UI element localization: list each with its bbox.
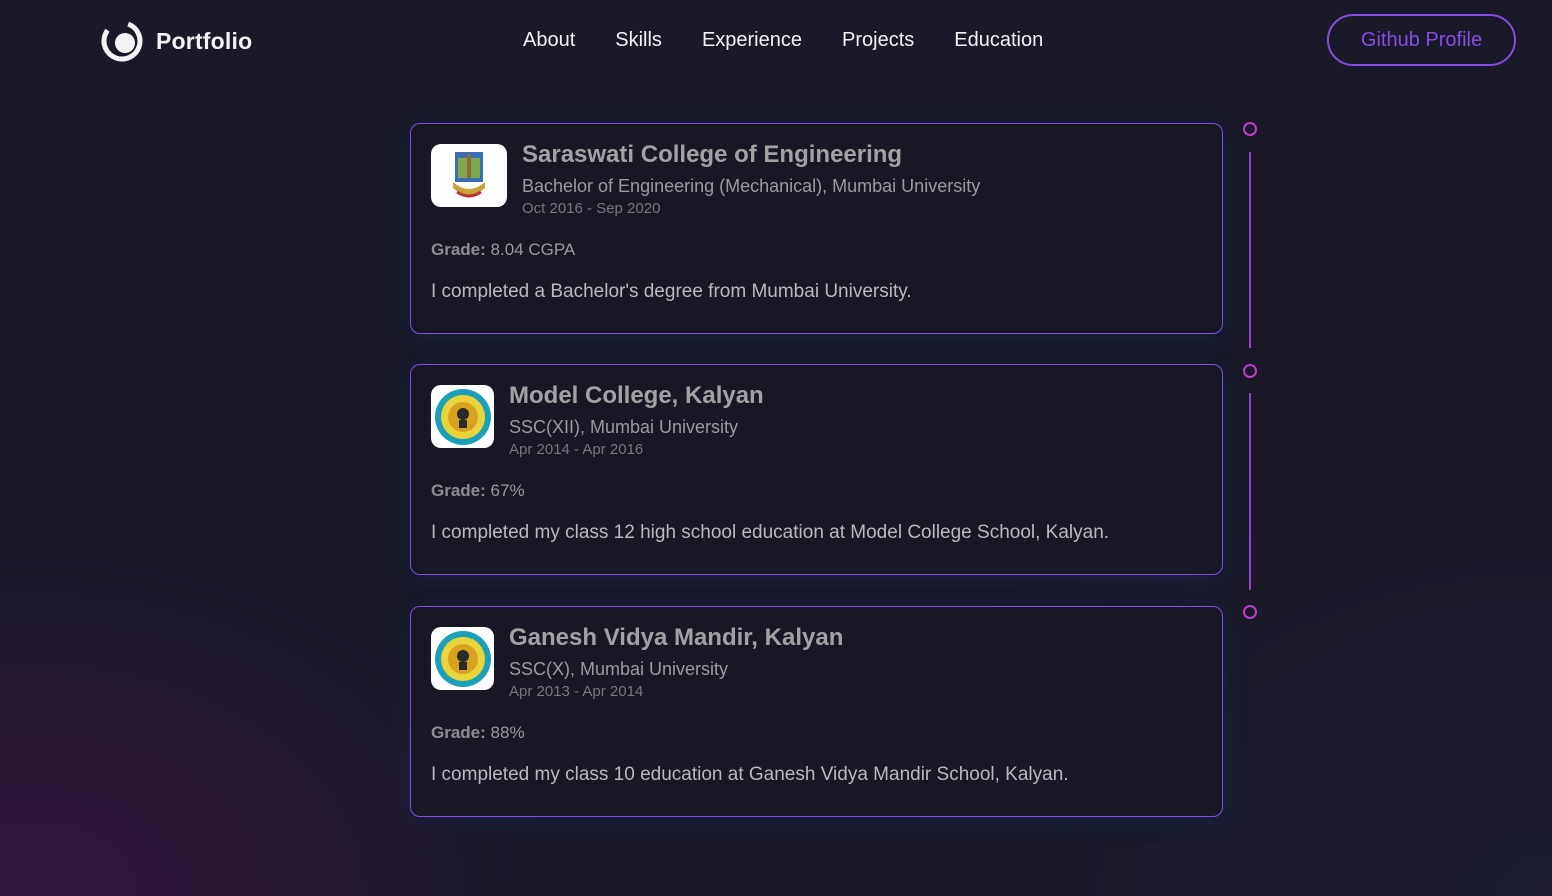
grade-value: 8.04 CGPA — [490, 240, 576, 259]
logo-icon — [101, 20, 143, 62]
grade: Grade: 8.04 CGPA — [431, 240, 1202, 260]
school-emblem-icon — [434, 630, 491, 687]
logo-link[interactable]: Portfolio — [100, 19, 252, 63]
card-info: Saraswati College of Engineering Bachelo… — [522, 141, 981, 218]
education-card: Model College, Kalyan SSC(XII), Mumbai U… — [410, 364, 1223, 575]
card-header: Ganesh Vidya Mandir, Kalyan SSC(X), Mumb… — [431, 624, 1202, 701]
description: I completed my class 10 education at Gan… — [431, 764, 1069, 785]
school-name: Ganesh Vidya Mandir, Kalyan — [509, 624, 844, 651]
nav-link-education[interactable]: Education — [954, 26, 1043, 54]
nav-item: Skills — [615, 26, 662, 54]
grade: Grade: 88% — [431, 723, 1202, 743]
description: I completed a Bachelor's degree from Mum… — [431, 281, 912, 302]
timeline-connector — [1249, 393, 1251, 590]
nav-link-skills[interactable]: Skills — [615, 26, 662, 54]
timeline-dot — [1243, 364, 1257, 378]
nav-item: Education — [954, 26, 1043, 54]
nav-item: Experience — [702, 26, 802, 54]
grade: Grade: 67% — [431, 481, 1202, 501]
school-logo — [431, 385, 494, 448]
school-name: Saraswati College of Engineering — [522, 141, 903, 168]
github-profile-button[interactable]: Github Profile — [1327, 14, 1516, 66]
nav-link-about[interactable]: About — [523, 26, 575, 54]
description: I completed my class 12 high school educ… — [431, 522, 1110, 543]
timeline-dot — [1243, 122, 1257, 136]
card-info: Model College, Kalyan SSC(XII), Mumbai U… — [509, 382, 764, 459]
degree: SSC(XII), Mumbai University — [509, 417, 739, 437]
dates: Apr 2013 - Apr 2014 — [509, 683, 644, 700]
degree: Bachelor of Engineering (Mechanical), Mu… — [522, 176, 981, 196]
university-crest-icon — [453, 151, 485, 197]
education-card: Ganesh Vidya Mandir, Kalyan SSC(X), Mumb… — [410, 606, 1223, 817]
timeline-connector — [1249, 152, 1251, 348]
school-emblem-icon — [434, 388, 491, 445]
grade-value: 88% — [490, 723, 525, 742]
card-info: Ganesh Vidya Mandir, Kalyan SSC(X), Mumb… — [509, 624, 844, 701]
grade-label: Grade: — [431, 723, 486, 742]
grade-value: 67% — [490, 481, 525, 500]
grade-label: Grade: — [431, 240, 486, 259]
nav-link-experience[interactable]: Experience — [702, 26, 802, 54]
navbar: Portfolio About Skills Experience Projec… — [0, 0, 1552, 82]
education-card: Saraswati College of Engineering Bachelo… — [410, 123, 1223, 334]
card-header: Saraswati College of Engineering Bachelo… — [431, 141, 1202, 218]
school-logo — [431, 627, 494, 690]
dates: Oct 2016 - Sep 2020 — [522, 200, 661, 217]
grade-label: Grade: — [431, 481, 486, 500]
timeline-dot — [1243, 605, 1257, 619]
nav-item: Projects — [842, 26, 914, 54]
nav-link-projects[interactable]: Projects — [842, 26, 914, 54]
school-name: Model College, Kalyan — [509, 382, 764, 409]
nav-links: About Skills Experience Projects Educati… — [523, 26, 1083, 54]
logo-text: Portfolio — [156, 27, 253, 54]
dates: Apr 2014 - Apr 2016 — [509, 441, 644, 458]
degree: SSC(X), Mumbai University — [509, 659, 729, 679]
school-logo — [431, 144, 507, 207]
nav-item: About — [523, 26, 575, 54]
card-header: Model College, Kalyan SSC(XII), Mumbai U… — [431, 382, 1202, 459]
